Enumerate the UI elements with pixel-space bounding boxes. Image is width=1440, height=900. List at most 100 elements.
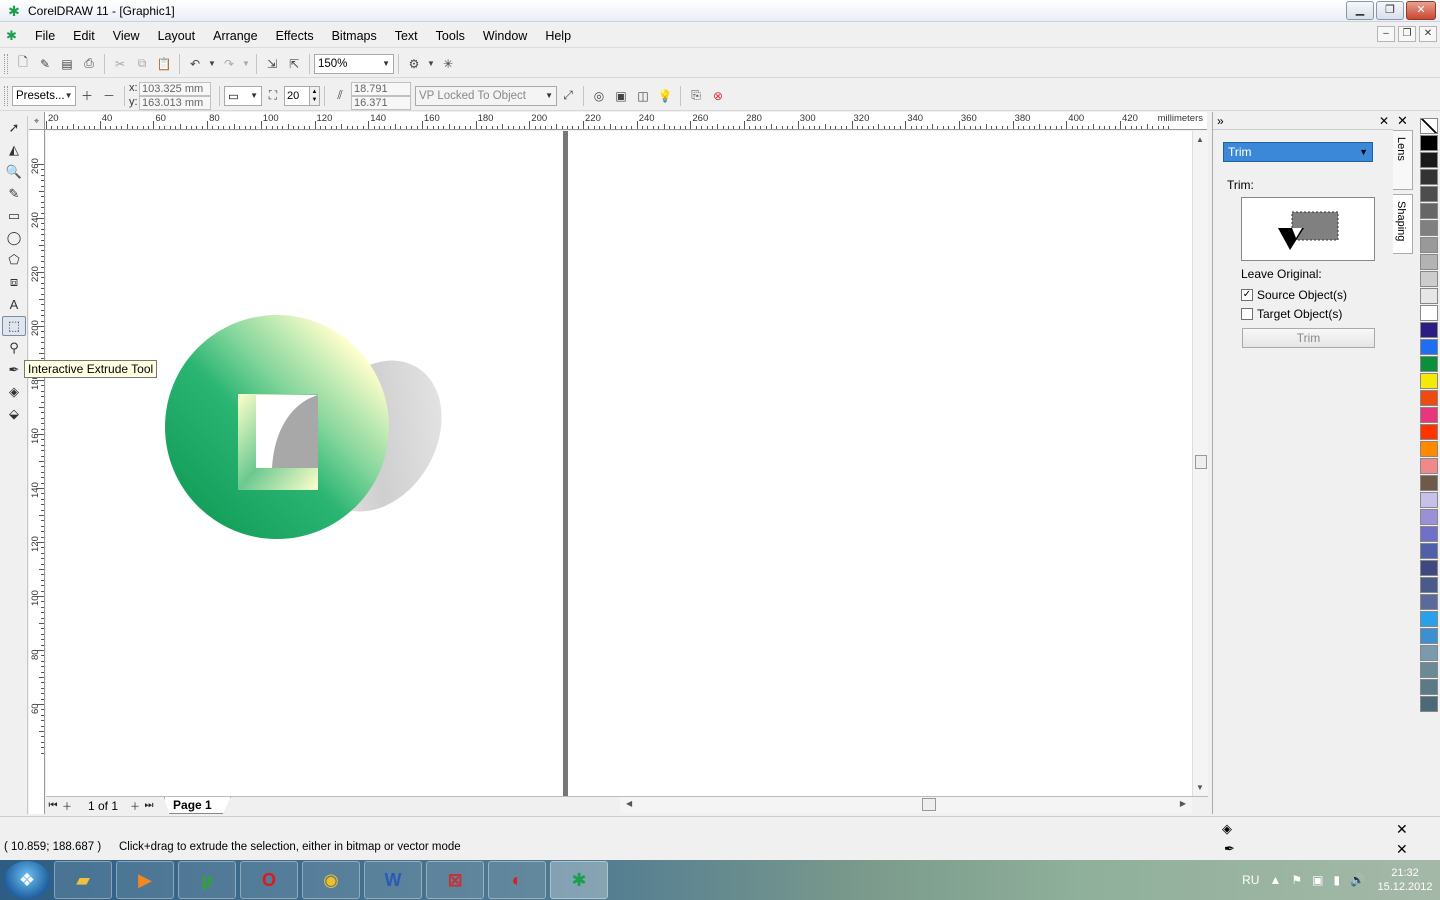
coreldraw-taskbar-icon[interactable]: ✱ xyxy=(550,861,608,899)
color-swatch[interactable] xyxy=(1420,628,1438,644)
ellipse-tool-icon[interactable]: ◯ xyxy=(2,228,26,248)
close-button[interactable]: ✕ xyxy=(1406,1,1436,20)
menu-tools[interactable]: Tools xyxy=(427,25,474,47)
color-swatch[interactable] xyxy=(1420,169,1438,185)
add-page-before-icon[interactable]: ＋ xyxy=(60,798,74,813)
horizontal-scroll-thumb[interactable] xyxy=(922,798,936,811)
fill-tool-icon[interactable]: ◈ xyxy=(2,382,26,402)
color-swatch[interactable] xyxy=(1420,475,1438,491)
horizontal-ruler[interactable]: millimeters 20 40 60 80 100 120 140 160 180 200 22… xyxy=(29,112,1207,130)
opera-taskbar-icon[interactable]: O xyxy=(240,861,298,899)
extrude-rotation-icon[interactable]: ◎ xyxy=(589,86,609,106)
copy-icon[interactable]: ⧉ xyxy=(132,54,152,74)
color-swatch[interactable] xyxy=(1420,492,1438,508)
pdf-taskbar-icon[interactable]: ⊠ xyxy=(426,861,484,899)
device-icon[interactable]: ▣ xyxy=(1312,873,1323,887)
tab-lens[interactable]: Lens xyxy=(1393,130,1413,190)
color-swatch[interactable] xyxy=(1420,186,1438,202)
utorrent-taskbar-icon[interactable]: µ xyxy=(178,861,236,899)
scroll-down-icon[interactable]: ▼ xyxy=(1196,783,1204,792)
word-taskbar-icon[interactable]: W xyxy=(364,861,422,899)
no-fill-icon[interactable]: ✕ xyxy=(1396,821,1408,838)
last-page-icon[interactable]: ⏭ xyxy=(142,800,156,811)
clock[interactable]: 21:32 15.12.2012 xyxy=(1370,866,1440,894)
vp-relative-icon[interactable]: ⤢ xyxy=(558,86,578,106)
no-outline-icon[interactable]: ✕ xyxy=(1396,841,1408,858)
color-swatch[interactable] xyxy=(1420,509,1438,525)
checkbox-checked-icon[interactable]: ✓ xyxy=(1241,289,1253,301)
color-swatch[interactable] xyxy=(1420,322,1438,338)
color-swatch[interactable] xyxy=(1420,560,1438,576)
color-swatch[interactable] xyxy=(1420,271,1438,287)
save-icon[interactable]: ▤ xyxy=(57,54,77,74)
color-swatch[interactable] xyxy=(1420,407,1438,423)
doc-minimize-button[interactable]: – xyxy=(1377,26,1395,42)
pick-tool-icon[interactable]: ➚ xyxy=(2,118,26,138)
extrude-lighting-icon[interactable]: 💡 xyxy=(655,86,675,106)
menu-help[interactable]: Help xyxy=(536,25,580,47)
cut-icon[interactable]: ✂ xyxy=(110,54,130,74)
color-swatch[interactable] xyxy=(1420,305,1438,321)
menu-edit[interactable]: Edit xyxy=(64,25,104,47)
remove-preset-icon[interactable]: － xyxy=(99,86,119,106)
color-swatch[interactable] xyxy=(1420,441,1438,457)
interactive-extrude-tool-icon[interactable]: ⬚ xyxy=(2,316,26,336)
color-swatch[interactable] xyxy=(1420,577,1438,593)
minimize-button[interactable]: ▁ xyxy=(1346,1,1374,20)
color-swatch[interactable] xyxy=(1420,339,1438,355)
color-swatch[interactable] xyxy=(1420,543,1438,559)
fill-indicator-icon[interactable]: ◈ xyxy=(1222,821,1232,837)
coreldraw-capture-taskbar-icon[interactable]: ◐ xyxy=(488,861,546,899)
toolbar-grip[interactable] xyxy=(4,53,8,74)
add-page-after-icon[interactable]: ＋ xyxy=(128,798,142,813)
menu-window[interactable]: Window xyxy=(474,25,536,47)
checkbox-unchecked-icon[interactable] xyxy=(1241,308,1253,320)
new-document-icon[interactable]: 🗋 xyxy=(13,54,33,74)
extrusion-type-select[interactable]: ▭ ▼ xyxy=(224,85,262,106)
vp-x-field[interactable]: 18.791 xyxy=(351,81,411,96)
tray-expand-icon[interactable]: ▲ xyxy=(1269,873,1281,887)
presets-select[interactable]: Presets... ▼ xyxy=(12,85,76,106)
network-icon[interactable]: ▮ xyxy=(1333,873,1340,887)
outline-tool-icon[interactable]: ✒ xyxy=(2,360,26,380)
first-page-icon[interactable]: ⏮ xyxy=(46,800,60,811)
eyedropper-tool-icon[interactable]: ⚲ xyxy=(2,338,26,358)
color-swatch[interactable] xyxy=(1420,220,1438,236)
menu-bitmaps[interactable]: Bitmaps xyxy=(323,25,386,47)
document-control-icon[interactable]: ✱ xyxy=(6,28,26,44)
redo-dropdown-icon[interactable]: ▼ xyxy=(241,54,251,74)
basic-shapes-tool-icon[interactable]: ⧈ xyxy=(2,272,26,292)
menu-file[interactable]: File xyxy=(26,25,64,47)
paste-icon[interactable]: 📋 xyxy=(154,54,174,74)
extrude-bevel-icon[interactable]: ◫ xyxy=(633,86,653,106)
vanishing-point-mode-select[interactable]: VP Locked To Object ▼ xyxy=(415,85,557,106)
no-color-swatch[interactable] xyxy=(1420,118,1438,134)
print-icon[interactable]: ⎙ xyxy=(79,54,99,74)
color-swatch[interactable] xyxy=(1420,152,1438,168)
menu-view[interactable]: View xyxy=(104,25,149,47)
undo-dropdown-icon[interactable]: ▼ xyxy=(207,54,217,74)
clear-extrude-icon[interactable]: ⊗ xyxy=(708,86,728,106)
export-icon[interactable]: ⇱ xyxy=(284,54,304,74)
interactive-fill-tool-icon[interactable]: ⬙ xyxy=(2,404,26,424)
shaping-mode-select[interactable]: Trim ▼ xyxy=(1223,142,1373,162)
freehand-tool-icon[interactable]: ✎ xyxy=(2,184,26,204)
add-preset-icon[interactable]: ＋ xyxy=(77,86,97,106)
vertical-scrollbar[interactable]: ▲ ▼ xyxy=(1192,131,1208,796)
rectangle-tool-icon[interactable]: ▭ xyxy=(2,206,26,226)
copy-extrude-icon[interactable]: ⎘ xyxy=(686,86,706,106)
shape-tool-icon[interactable]: ◭ xyxy=(2,140,26,160)
depth-stepper[interactable]: 20 ▲ ▼ xyxy=(284,85,320,106)
language-indicator[interactable]: RU xyxy=(1242,873,1259,887)
color-swatch[interactable] xyxy=(1420,254,1438,270)
scroll-left-icon[interactable]: ◀ xyxy=(626,799,632,808)
zoom-tool-icon[interactable]: 🔍 xyxy=(2,162,26,182)
action-center-icon[interactable]: ⚑ xyxy=(1291,873,1302,887)
menu-layout[interactable]: Layout xyxy=(149,25,205,47)
restore-button[interactable]: ❐ xyxy=(1376,1,1404,20)
color-swatch[interactable] xyxy=(1420,390,1438,406)
vertical-scroll-thumb[interactable] xyxy=(1195,455,1207,469)
doc-close-button[interactable]: ✕ xyxy=(1419,26,1437,42)
color-swatch[interactable] xyxy=(1420,662,1438,678)
extrude-color-icon[interactable]: ▣ xyxy=(611,86,631,106)
